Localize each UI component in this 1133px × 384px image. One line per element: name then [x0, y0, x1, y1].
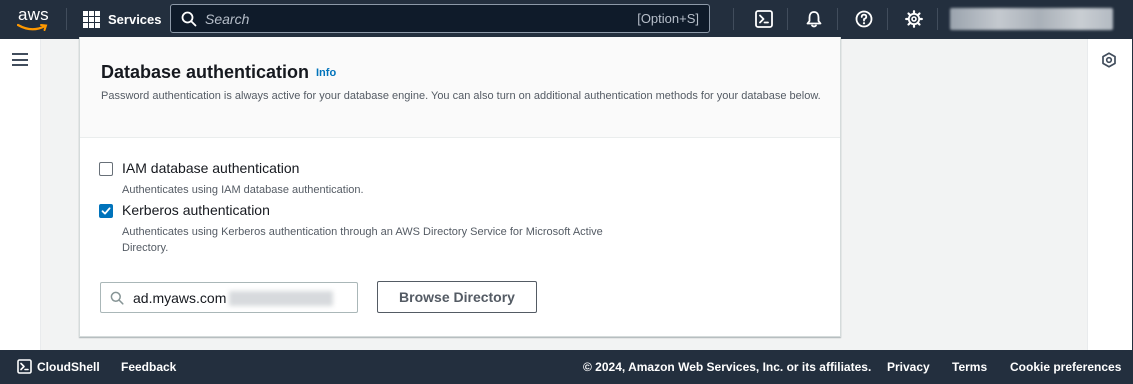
directory-id-redacted — [229, 291, 333, 306]
iam-auth-checkbox[interactable] — [99, 162, 113, 176]
cookie-preferences-link[interactable]: Cookie preferences — [1010, 360, 1121, 374]
topbar-divider — [837, 8, 838, 30]
topbar-divider — [887, 8, 888, 30]
right-tools-rail — [1087, 39, 1132, 350]
search-input[interactable] — [205, 7, 585, 30]
iam-auth-label[interactable]: IAM database authentication — [122, 160, 299, 176]
database-authentication-panel: Database authentication Info Password au… — [79, 37, 841, 337]
top-navigation-bar: aws Services [Option+S] — [0, 0, 1133, 39]
terms-link[interactable]: Terms — [952, 360, 987, 374]
kerberos-auth-checkbox[interactable] — [99, 204, 113, 218]
checkmark-icon — [101, 207, 111, 215]
privacy-link[interactable]: Privacy — [887, 360, 930, 374]
search-box[interactable]: [Option+S] — [170, 4, 710, 33]
services-menu-button[interactable]: Services — [83, 10, 162, 28]
directory-search-input[interactable]: ad.myaws.com — [100, 282, 358, 313]
tools-panel-icon[interactable] — [1101, 52, 1117, 68]
cloudshell-icon[interactable] — [17, 359, 32, 374]
main-content: Database authentication Info Password au… — [41, 37, 1087, 350]
aws-logo-text: aws — [18, 5, 49, 24]
panel-title: Database authentication — [101, 62, 310, 82]
panel-header: Database authentication Info Password au… — [80, 37, 840, 138]
aws-logo[interactable]: aws — [15, 3, 51, 33]
browse-directory-button[interactable]: Browse Directory — [377, 281, 537, 313]
kerberos-auth-label[interactable]: Kerberos authentication — [122, 202, 270, 218]
grid-icon — [83, 10, 100, 28]
settings-icon[interactable] — [903, 8, 925, 30]
menu-hamburger-icon[interactable] — [12, 53, 28, 66]
help-icon[interactable] — [853, 8, 875, 30]
search-shortcut-hint: [Option+S] — [637, 11, 699, 26]
search-icon — [110, 291, 124, 305]
cloudshell-icon[interactable] — [753, 8, 775, 30]
topbar-divider — [787, 8, 788, 30]
topbar-divider — [66, 8, 67, 30]
feedback-link[interactable]: Feedback — [121, 360, 176, 374]
kerberos-auth-description: Authenticates using Kerberos authenticat… — [122, 226, 603, 254]
aws-smile-icon — [17, 23, 48, 31]
notifications-icon[interactable] — [803, 8, 825, 30]
account-menu-redacted[interactable] — [950, 8, 1113, 30]
info-link[interactable]: Info — [316, 67, 336, 79]
directory-value: ad.myaws.com — [133, 290, 227, 306]
cloudshell-link[interactable]: CloudShell — [37, 360, 100, 374]
services-label: Services — [108, 11, 162, 27]
search-icon — [181, 11, 197, 27]
panel-description: Password authentication is always active… — [101, 90, 821, 102]
console-footer: CloudShell Feedback © 2024, Amazon Web S… — [0, 350, 1133, 384]
topbar-divider — [733, 8, 734, 30]
topbar-divider — [937, 8, 938, 30]
copyright-text: © 2024, Amazon Web Services, Inc. or its… — [583, 360, 872, 374]
iam-auth-description: Authenticates using IAM database authent… — [122, 184, 364, 196]
left-navigation-rail — [0, 39, 41, 350]
